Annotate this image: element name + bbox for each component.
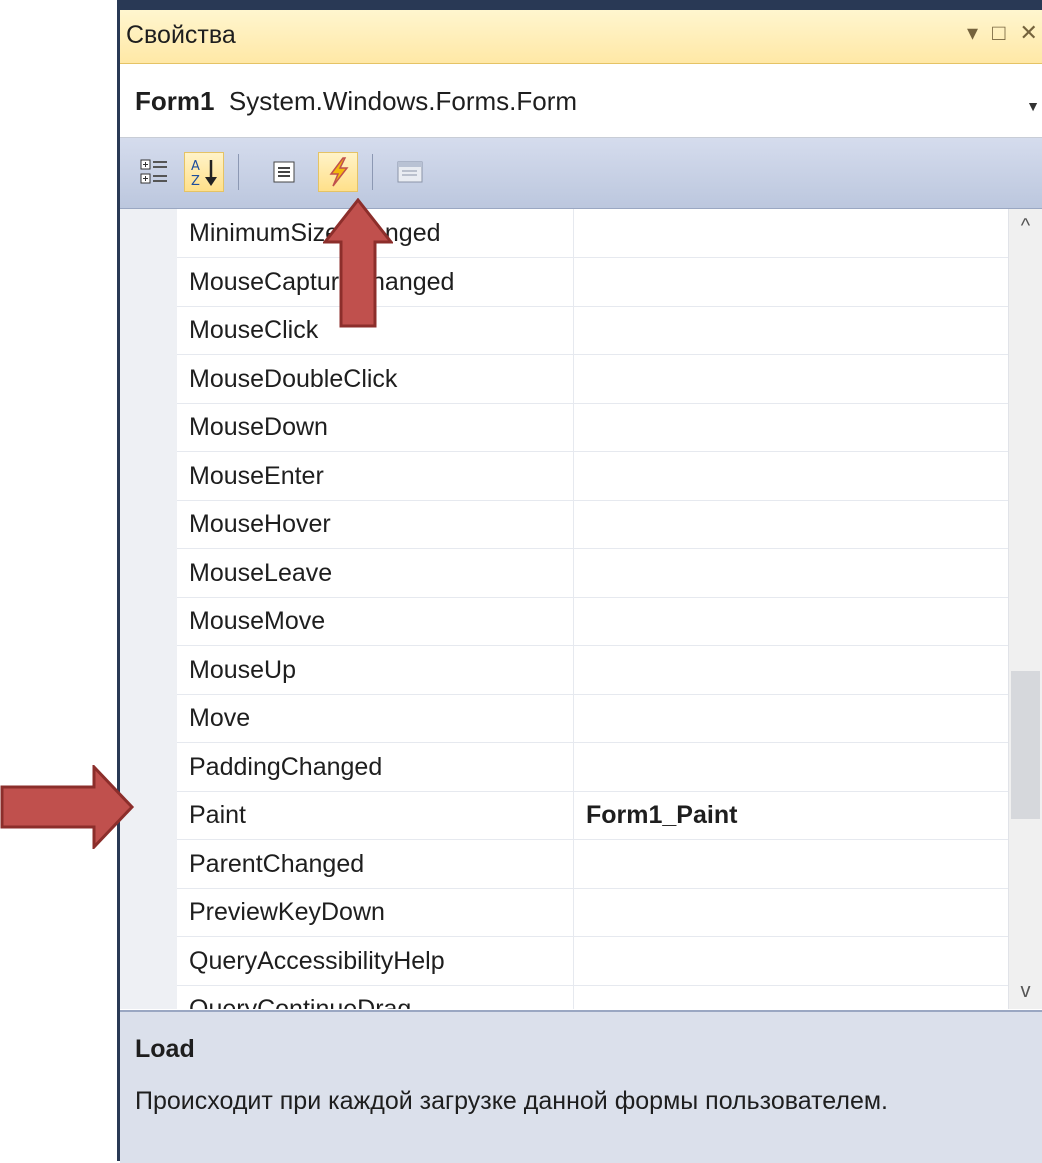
categorized-button[interactable] <box>134 152 174 192</box>
event-row-parentchanged[interactable]: ParentChanged <box>177 839 1009 889</box>
event-name: QueryContinueDrag <box>189 995 412 1009</box>
event-row-mouseup[interactable]: MouseUp <box>177 645 1009 695</box>
event-name: Paint <box>189 801 246 829</box>
event-name: MouseEnter <box>189 461 324 490</box>
event-name: PaddingChanged <box>189 752 383 781</box>
event-row-queryaccessibilityhelp[interactable]: QueryAccessibilityHelp <box>177 936 1009 986</box>
column-divider <box>573 645 574 694</box>
event-row-mousedoubleclick[interactable]: MouseDoubleClick <box>177 354 1009 404</box>
properties-button[interactable] <box>264 152 304 192</box>
event-name: MinimumSizeChanged <box>189 219 441 247</box>
lightning-icon <box>329 157 349 187</box>
column-divider <box>573 451 574 500</box>
event-name: MouseClick <box>189 316 319 344</box>
properties-panel: Свойства ▾ □ ✕ Form1 System.Windows.Form… <box>117 0 1042 1163</box>
properties-toolbar: A Z <box>120 138 1042 209</box>
property-pages-button[interactable] <box>390 152 430 192</box>
vertical-scrollbar[interactable]: ^ v <box>1008 209 1042 1009</box>
title-bar: Свойства ▾ □ ✕ <box>120 10 1042 64</box>
right-arrow-annotation <box>0 765 135 849</box>
event-name: MouseDoubleClick <box>189 364 398 393</box>
event-row-mouseenter[interactable]: MouseEnter <box>177 451 1009 501</box>
event-row-paint[interactable]: Paint Form1_Paint <box>177 791 1009 840</box>
description-pane: Load Происходит при каждой загрузке данн… <box>120 1010 1042 1163</box>
event-row-move[interactable]: Move <box>177 694 1009 743</box>
event-row-paddingchanged[interactable]: PaddingChanged <box>177 742 1009 792</box>
scroll-down-icon[interactable]: v <box>1009 980 1042 1003</box>
event-row-mousecapturechanged[interactable]: MouseCaptureChanged <box>177 257 1009 307</box>
description-text: Происходит при каждой загрузке данной фо… <box>135 1087 888 1115</box>
event-row-querycontinuedrag[interactable]: QueryContinueDrag <box>177 985 1009 1009</box>
column-divider <box>573 209 574 257</box>
column-divider <box>573 985 574 1009</box>
event-handler-value[interactable]: Form1_Paint <box>586 801 737 830</box>
event-name: MouseMove <box>189 607 326 635</box>
property-list-icon <box>273 161 295 183</box>
event-name: MouseCaptureChanged <box>189 267 455 296</box>
svg-text:A: A <box>191 159 200 174</box>
event-row-mouseclick[interactable]: MouseClick <box>177 306 1009 355</box>
event-name: MouseHover <box>189 510 331 538</box>
column-divider <box>573 936 574 985</box>
description-title: Load <box>135 1035 195 1063</box>
column-divider <box>573 888 574 936</box>
column-divider <box>573 694 574 742</box>
column-divider <box>573 548 574 597</box>
column-divider <box>573 403 574 451</box>
event-name: PreviewKeyDown <box>189 898 385 926</box>
column-divider <box>573 257 574 306</box>
column-divider <box>573 597 574 645</box>
column-divider <box>573 306 574 354</box>
object-name: Form1 <box>135 86 215 116</box>
event-row-previewkeydown[interactable]: PreviewKeyDown <box>177 888 1009 937</box>
panel-title: Свойства <box>126 21 236 49</box>
event-name: MouseLeave <box>189 558 333 587</box>
chevron-down-icon[interactable]: ▼ <box>1026 98 1040 114</box>
property-pages-icon <box>397 161 423 183</box>
object-selector[interactable]: Form1 System.Windows.Forms.Form ▼ <box>120 64 1042 138</box>
event-name: Move <box>189 704 251 732</box>
categorized-icon <box>140 159 167 184</box>
column-divider <box>573 791 574 839</box>
object-name-label: Form1 System.Windows.Forms.Form <box>135 86 577 117</box>
event-name: QueryAccessibilityHelp <box>189 946 445 975</box>
grid-gutter <box>120 209 177 1009</box>
events-button[interactable] <box>318 152 358 192</box>
up-arrow-annotation <box>323 198 393 328</box>
event-row-mousedown[interactable]: MouseDown <box>177 403 1009 452</box>
column-divider <box>573 839 574 888</box>
event-row-mouseleave[interactable]: MouseLeave <box>177 548 1009 598</box>
event-row-mousemove[interactable]: MouseMove <box>177 597 1009 646</box>
event-name: MouseUp <box>189 655 296 684</box>
scroll-thumb[interactable] <box>1011 671 1040 819</box>
sort-az-icon: A Z <box>191 159 217 188</box>
column-divider <box>573 742 574 791</box>
object-type: System.Windows.Forms.Form <box>228 86 578 116</box>
event-row-mousehover[interactable]: MouseHover <box>177 500 1009 549</box>
events-grid: MinimumSizeChanged MouseCaptureChanged Mou… <box>120 209 1042 1009</box>
window-controls[interactable]: ▾ □ ✕ <box>967 20 1042 46</box>
event-row-minimumsizechanged[interactable]: MinimumSizeChanged <box>177 209 1009 258</box>
column-divider <box>573 354 574 403</box>
svg-text:Z: Z <box>191 174 200 188</box>
scroll-up-icon[interactable]: ^ <box>1009 215 1042 238</box>
event-name: MouseDown <box>189 413 328 441</box>
alphabetical-button[interactable]: A Z <box>184 152 224 192</box>
event-name: ParentChanged <box>189 849 365 878</box>
column-divider <box>573 500 574 548</box>
